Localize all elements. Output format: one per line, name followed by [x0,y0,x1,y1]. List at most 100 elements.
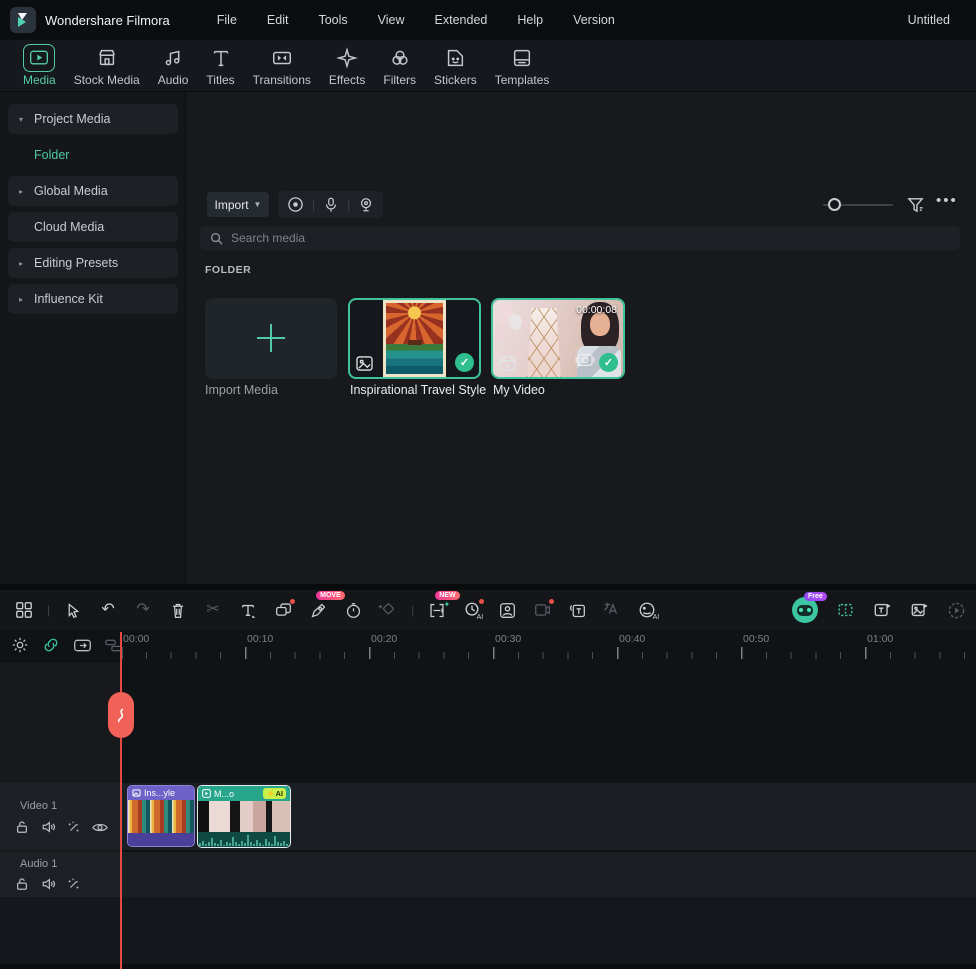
tab-stock-media[interactable]: Stock Media [65,40,149,92]
sidebar-item-global-media[interactable]: ▸ Global Media [8,176,178,206]
mute-track-icon[interactable] [40,819,56,835]
timeline-clip-travel-style[interactable]: Ins...yle [127,785,195,847]
pen-tool-icon[interactable]: MOVE [306,598,330,622]
render-preview-icon[interactable] [944,598,968,622]
portrait-cutout-icon[interactable] [495,598,519,622]
video-denoise-icon[interactable] [530,598,554,622]
caret-down-icon[interactable]: ▾ [8,115,34,124]
caret-right-icon[interactable]: ▸ [8,187,34,196]
playhead-handle[interactable] [108,692,134,738]
timeline-ruler[interactable]: 00:00 00:10 00:20 00:30 00:40 00:50 01:0… [121,630,976,663]
webcam-icon[interactable] [358,196,374,213]
import-button[interactable]: Import ▼ [207,192,269,217]
filters-icon [389,44,411,72]
magic-wand-icon[interactable] [66,876,82,892]
text-tool-icon[interactable] [236,598,260,622]
image-type-icon [132,789,141,797]
transitions-icon [271,44,293,72]
hide-track-eye-icon[interactable] [92,819,108,835]
tab-titles[interactable]: Titles [197,40,243,92]
timeline-header-icons [10,635,123,655]
sidebar-item-editing-presets[interactable]: ▸ Editing Presets [8,248,178,278]
select-tool-icon[interactable] [61,598,85,622]
timeline-panel: 00:00 00:10 00:20 00:30 00:40 00:50 01:0… [0,630,976,969]
mute-track-icon[interactable] [40,876,56,892]
speech-to-text-icon[interactable] [565,598,589,622]
media-icon [23,44,55,72]
translate-icon[interactable] [600,598,624,622]
caret-right-icon[interactable]: ▸ [8,295,34,304]
tab-filters[interactable]: Filters [374,40,425,92]
menu-file[interactable]: File [202,0,252,40]
auto-ripple-icon[interactable] [72,635,92,655]
timeline-toolbar-right: Free [790,590,968,630]
tab-audio[interactable]: Audio [149,40,198,92]
media-card-my-video[interactable]: 00:00:08 ✓ [491,298,625,379]
tab-media[interactable]: Media [14,40,65,92]
split-scissors-icon[interactable]: ✂ [201,598,225,622]
screen-record-icon[interactable] [287,196,304,213]
clip-filmstrip [128,800,194,833]
selected-check-icon: ✓ [455,353,474,372]
audio-track-row [0,852,976,897]
menu-version[interactable]: Version [558,0,630,40]
ai-voice-icon[interactable]: AI [635,598,659,622]
timeline-settings-gear-icon[interactable] [10,635,30,655]
caret-right-icon[interactable]: ▸ [8,259,34,268]
link-clips-icon[interactable] [41,635,61,655]
playhead-line[interactable] [120,632,122,969]
sidebar-item-influence-kit[interactable]: ▸ Influence Kit [8,284,178,314]
lock-track-icon[interactable] [14,876,30,892]
magic-wand-icon[interactable] [66,819,82,835]
record-tools-group: | | [278,191,383,218]
tab-transitions[interactable]: Transitions [244,40,320,92]
sidebar-item-cloud-media[interactable]: Cloud Media [8,212,178,242]
media-card-inspirational-travel-style[interactable]: ✓ [348,298,481,379]
zoom-slider-knob[interactable] [828,198,841,211]
export-still-icon[interactable] [907,598,931,622]
redo-icon[interactable]: ↷ [131,598,155,622]
ai-audio-stretch-icon[interactable]: AI [460,598,484,622]
tab-stickers[interactable]: Stickers [425,40,486,92]
ai-copilot-icon[interactable]: Free [790,598,820,622]
card-label: My Video [493,383,545,397]
timer-icon[interactable] [341,598,365,622]
media-sidebar: ▾ Project Media Folder ▸ Global Media Cl… [0,92,186,584]
chevron-down-icon: ▼ [254,200,262,209]
import-media-card[interactable] [205,298,337,379]
search-input[interactable] [231,231,950,245]
menu-extended[interactable]: Extended [420,0,503,40]
new-badge: NEW [435,591,459,600]
undo-icon[interactable]: ↶ [96,598,120,622]
tab-templates[interactable]: Templates [486,40,559,92]
tab-effects[interactable]: Effects [320,40,374,92]
more-options-icon[interactable]: ••• [936,192,958,209]
search-icon [210,232,223,245]
sidebar-item-folder[interactable]: Folder [8,140,178,170]
menu-help[interactable]: Help [502,0,558,40]
smart-scene-cut-icon[interactable] [833,598,857,622]
layout-grid-icon[interactable] [12,598,36,622]
menu-view[interactable]: View [363,0,420,40]
ruler-label: 00:50 [743,633,769,645]
menu-edit[interactable]: Edit [252,0,304,40]
menu-tools[interactable]: Tools [303,0,362,40]
image-type-icon [356,356,373,371]
track-label: Video 1 [20,800,57,812]
audio-track-lane[interactable] [120,852,976,897]
filter-funnel-icon[interactable] [906,195,925,214]
video-track-header [0,783,120,850]
microphone-icon[interactable] [323,196,339,213]
timeline-toolbar: | ↶ ↷ ✂ MOVE | NEW ✦ AI [0,590,976,630]
search-bar[interactable] [200,226,960,250]
travel-poster-thumbnail [383,300,446,377]
card-label: Import Media [205,383,278,397]
sidebar-item-project-media[interactable]: ▾ Project Media [8,104,178,134]
delete-icon[interactable] [166,598,190,622]
timeline-clip-my-video[interactable]: M...o ⚡AI [197,785,291,848]
magnetic-timeline-icon[interactable]: NEW ✦ [425,598,449,622]
lock-track-icon[interactable] [14,819,30,835]
keyframe-icon[interactable] [376,598,400,622]
crop-overlay-icon[interactable] [271,598,295,622]
export-titles-icon[interactable] [870,598,894,622]
